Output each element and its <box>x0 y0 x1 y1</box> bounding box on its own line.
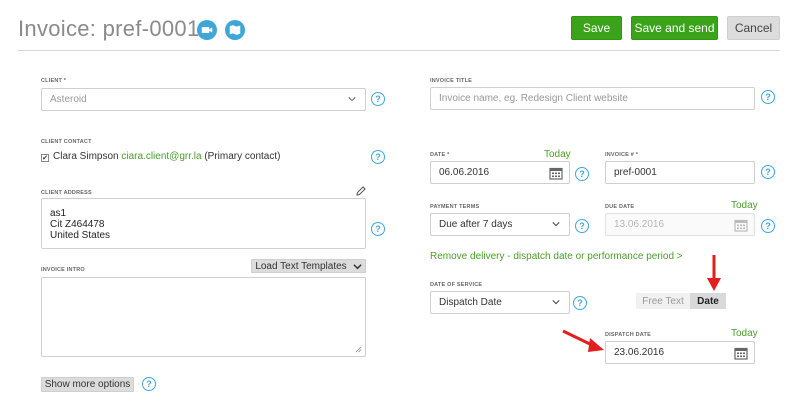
dispatch-date-input[interactable]: 23.06.2016 <box>605 341 755 364</box>
save-and-send-button[interactable]: Save and send <box>631 16 718 40</box>
chevron-down-icon <box>353 263 362 269</box>
load-text-templates-button[interactable]: Load Text Templates <box>251 259 366 273</box>
primary-contact-checkbox[interactable]: ✔ <box>41 154 49 162</box>
invoice-number-value: pref-0001 <box>614 167 657 178</box>
due-date-input: 13.06.2016 <box>605 213 755 236</box>
dispatch-date-today-link[interactable]: Today <box>731 328 758 339</box>
client-value: Asteroid <box>50 94 87 105</box>
calendar-icon[interactable] <box>549 166 563 180</box>
free-text-toggle[interactable]: Free Text <box>636 293 690 309</box>
date-of-service-select[interactable]: Dispatch Date <box>430 291 570 314</box>
show-more-help-icon[interactable]: ? <box>142 377 156 391</box>
invoice-number-input[interactable]: pref-0001 <box>605 161 755 184</box>
contact-email[interactable]: ciara.client@grr.la <box>121 151 201 162</box>
date-of-service-help-icon[interactable]: ? <box>573 296 587 310</box>
contact-name: Clara Simpson <box>53 151 119 162</box>
chevron-down-icon <box>348 97 356 102</box>
calendar-icon[interactable] <box>734 346 748 360</box>
address-help-icon[interactable]: ? <box>371 222 385 236</box>
show-more-options-button[interactable]: Show more options <box>41 377 134 392</box>
date-toggle[interactable]: Date <box>690 293 726 309</box>
due-date-label: DUE DATE <box>605 204 635 210</box>
header-divider <box>18 50 780 51</box>
date-help-icon[interactable]: ? <box>575 167 589 181</box>
cancel-button[interactable]: Cancel <box>727 16 780 40</box>
due-date-help-icon[interactable]: ? <box>761 219 775 233</box>
address-line-3: United States <box>50 230 111 241</box>
remove-delivery-link[interactable]: Remove delivery - dispatch date or perfo… <box>430 251 683 262</box>
save-button[interactable]: Save <box>571 16 622 40</box>
red-arrow-down-icon <box>707 255 721 291</box>
contact-help-icon[interactable]: ? <box>371 150 385 164</box>
client-contact-row: ✔ Clara Simpson ciara.client@grr.la (Prim… <box>41 151 280 162</box>
map-icon[interactable] <box>225 20 245 40</box>
client-label: CLIENT * <box>41 78 67 84</box>
date-input[interactable]: 06.06.2016 <box>430 161 570 184</box>
client-address-box[interactable]: as1 Cit Z464478 United States <box>41 198 366 249</box>
chevron-down-icon <box>552 300 560 305</box>
load-templates-label: Load Text Templates <box>255 260 347 272</box>
red-arrow-right-icon <box>562 329 604 352</box>
due-date-today-link[interactable]: Today <box>731 200 758 211</box>
date-value: 06.06.2016 <box>439 167 490 178</box>
payment-terms-value: Due after 7 days <box>439 219 513 230</box>
video-camera-icon[interactable] <box>197 20 217 40</box>
invoice-title-placeholder: Invoice name, eg. Redesign Client websit… <box>439 93 628 104</box>
resize-grip-icon[interactable] <box>355 346 362 353</box>
invoice-intro-label: INVOICE INTRO <box>41 267 85 273</box>
payment-terms-label: PAYMENT TERMS <box>430 204 480 210</box>
address-line-2: Cit Z464478 <box>50 219 105 230</box>
client-help-icon[interactable]: ? <box>371 92 385 106</box>
date-today-link[interactable]: Today <box>544 149 571 160</box>
due-date-value: 13.06.2016 <box>614 219 665 230</box>
invoice-intro-textarea[interactable] <box>41 277 366 357</box>
invoice-title-help-icon[interactable]: ? <box>761 90 775 104</box>
payment-terms-help-icon[interactable]: ? <box>575 219 589 233</box>
chevron-down-icon <box>552 222 560 227</box>
contact-suffix: (Primary contact) <box>204 151 281 162</box>
dispatch-date-value: 23.06.2016 <box>614 347 665 358</box>
page-title: Invoice: pref-0001 <box>18 16 200 41</box>
address-line-1: as1 <box>50 208 67 219</box>
date-label: DATE * <box>430 152 450 158</box>
pencil-icon[interactable] <box>356 186 366 196</box>
date-of-service-value: Dispatch Date <box>439 297 502 308</box>
client-address-label: CLIENT ADDRESS <box>41 190 92 196</box>
invoice-title-label: INVOICE TITLE <box>430 78 473 84</box>
invoice-number-label: INVOICE # * <box>605 152 639 158</box>
date-of-service-label: DATE OF SERVICE <box>430 282 483 288</box>
calendar-icon <box>734 219 748 232</box>
invoice-title-input[interactable]: Invoice name, eg. Redesign Client websit… <box>430 87 755 110</box>
client-contact-label: CLIENT CONTACT <box>41 139 92 145</box>
payment-terms-select[interactable]: Due after 7 days <box>430 213 570 236</box>
dispatch-date-label: DISPATCH DATE <box>605 332 651 338</box>
invoice-number-help-icon[interactable]: ? <box>761 165 775 179</box>
client-select[interactable]: Asteroid <box>41 88 366 111</box>
